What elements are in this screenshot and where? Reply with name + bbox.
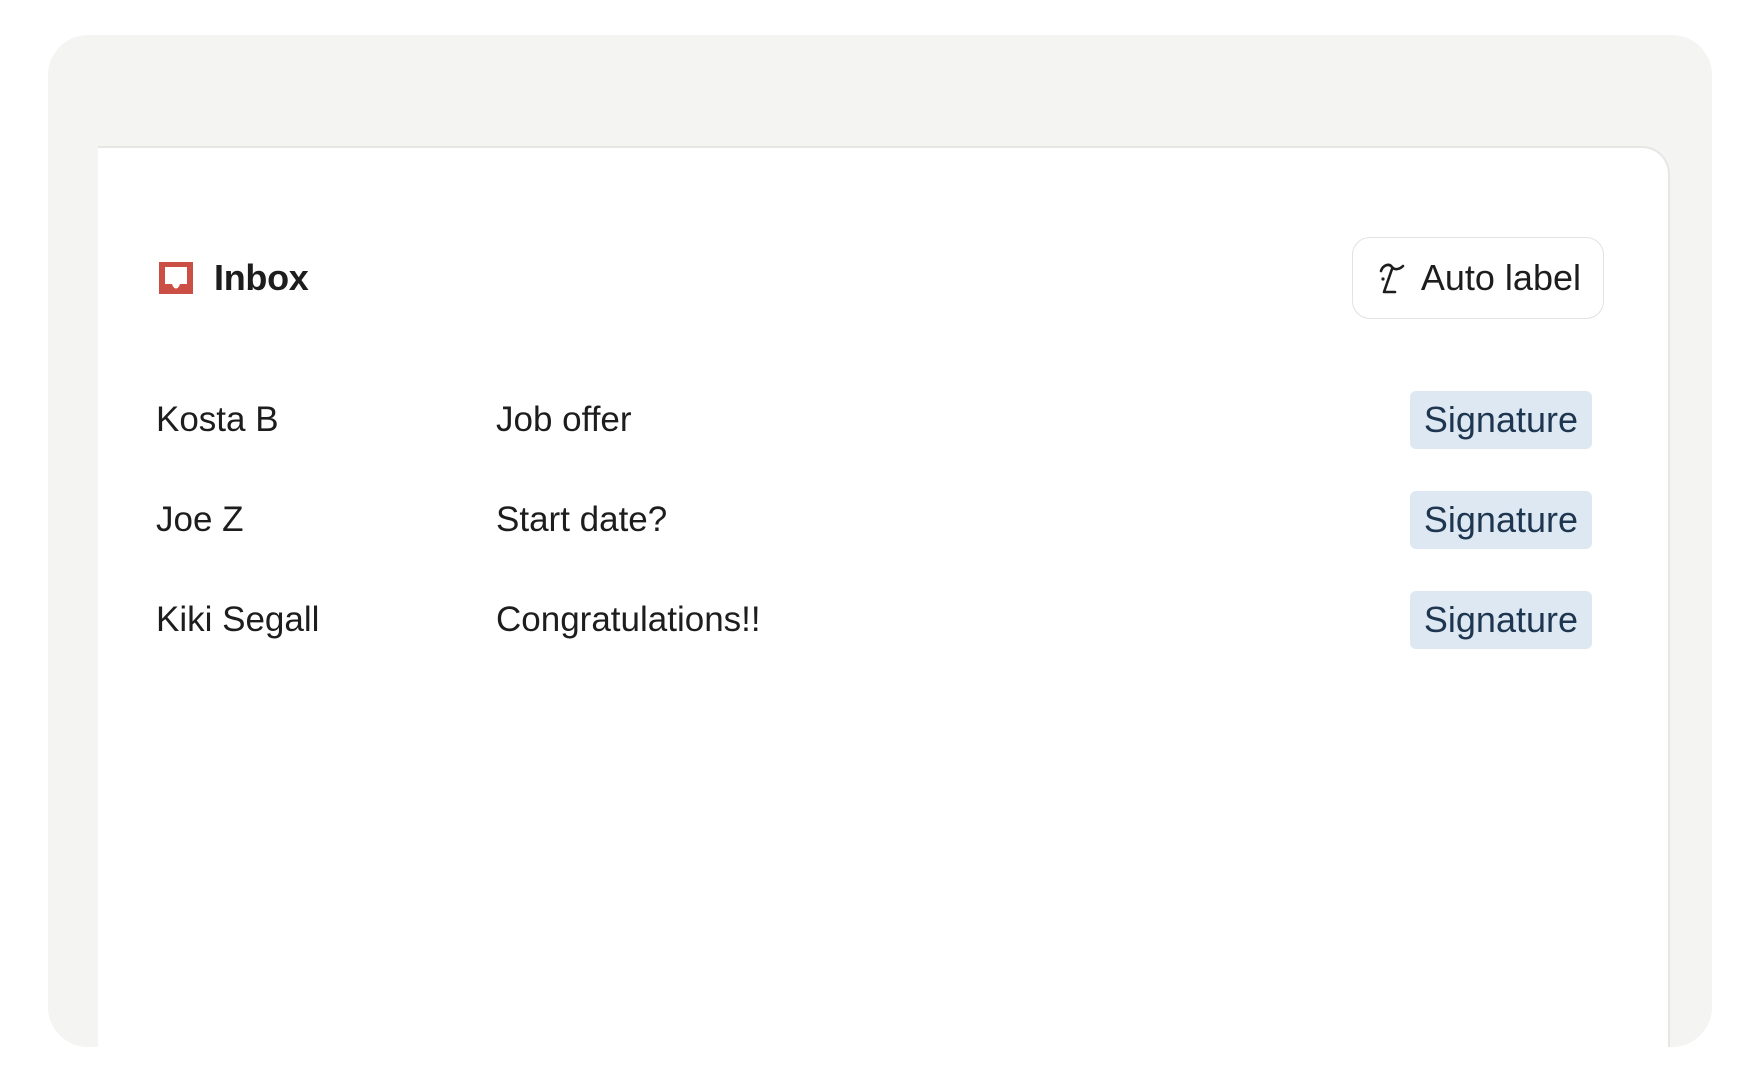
handwriting-icon (1375, 259, 1411, 297)
inbox-header: Inbox Auto label (156, 236, 1604, 320)
email-row[interactable]: Joe Z Start date? Signature (156, 470, 1592, 570)
email-row[interactable]: Kosta B Job offer Signature (156, 370, 1592, 470)
email-sender: Kosta B (156, 400, 279, 439)
app-frame: Inbox Auto label Kosta B Job offer Signa… (48, 35, 1712, 1047)
inbox-tray-icon (156, 258, 196, 298)
email-row[interactable]: Kiki Segall Congratulations!! Signature (156, 570, 1592, 670)
email-subject: Job offer (496, 400, 632, 439)
inbox-window: Inbox Auto label Kosta B Job offer Signa… (98, 146, 1670, 1047)
label-badge[interactable]: Signature (1409, 391, 1592, 449)
email-sender: Joe Z (156, 500, 244, 539)
email-sender: Kiki Segall (156, 600, 320, 639)
email-subject: Congratulations!! (496, 600, 761, 639)
label-badge[interactable]: Signature (1409, 591, 1592, 649)
auto-label-text: Auto label (1420, 257, 1581, 298)
title-group: Inbox (156, 257, 309, 299)
email-list: Kosta B Job offer Signature Joe Z Start … (156, 370, 1592, 670)
email-subject: Start date? (496, 500, 668, 539)
auto-label-button[interactable]: Auto label (1351, 237, 1604, 319)
page-title: Inbox (214, 257, 309, 298)
label-badge[interactable]: Signature (1409, 491, 1592, 549)
